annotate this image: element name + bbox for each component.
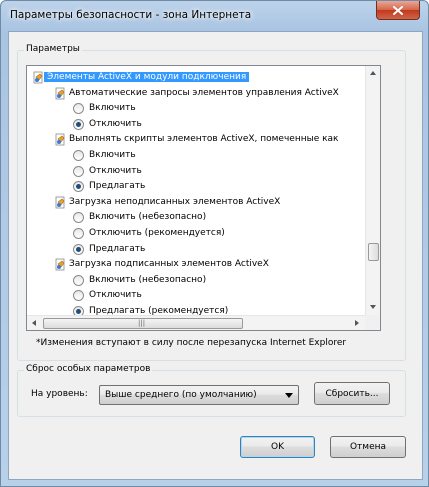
radio-button[interactable] (73, 243, 84, 255)
security-settings-icon (55, 87, 65, 99)
tree-setting[interactable]: Выполнять скрипты элементов ActiveX, пом… (69, 132, 338, 147)
radio-option[interactable]: Предлагать (89, 242, 145, 257)
radio-option[interactable]: Включить (небезопасно) (89, 273, 206, 288)
radio-button[interactable] (73, 306, 84, 315)
vertical-scrollbar[interactable] (365, 66, 380, 315)
dialog-body: Параметры Элементы ActiveX и модули подк… (8, 31, 423, 480)
security-settings-icon (55, 133, 65, 146)
tree-item-label: Загрузка неподписанных элементов ActiveX (69, 196, 281, 207)
security-settings-icon (55, 258, 65, 271)
ok-button[interactable]: OK (240, 436, 315, 458)
radio-option[interactable]: Предлагать (89, 179, 145, 194)
radio-button[interactable] (73, 274, 84, 286)
scroll-right-icon[interactable] (355, 320, 359, 326)
tree-item-label: Включить (89, 150, 136, 160)
level-dropdown[interactable]: Выше среднего (по умолчанию) (99, 385, 299, 405)
tree-item-label: Включить (небезопасно) (89, 212, 207, 223)
tree-item-label: Отключить (89, 290, 142, 301)
security-settings-icon (33, 71, 43, 84)
radio-button[interactable] (73, 228, 84, 239)
radio-option[interactable]: Включить (89, 101, 136, 116)
scroll-left-icon[interactable] (32, 320, 36, 326)
tree-item-label: Отключить (рекомендуется) (89, 228, 225, 238)
restart-note: *Изменения вступают в силу после перезап… (36, 338, 347, 348)
close-button[interactable] (376, 1, 420, 20)
title-bar[interactable]: Параметры безопасности - зона Интернета (1, 1, 428, 31)
tree-item-label: Автоматические запросы элементов управле… (69, 87, 339, 98)
vertical-scroll-thumb[interactable] (368, 243, 379, 261)
dialog-window: Параметры безопасности - зона Интернета … (0, 0, 429, 487)
tree-setting[interactable]: Загрузка подписанных элементов ActiveX (69, 257, 269, 272)
tree-item-label: Предлагать (рекомендуется) (89, 306, 229, 315)
settings-tree[interactable]: Элементы ActiveX и модули подключения Авт… (26, 65, 381, 331)
settings-tree-content: Элементы ActiveX и модули подключения Авт… (27, 66, 365, 315)
tree-setting[interactable]: Загрузка неподписанных элементов ActiveX (69, 195, 280, 210)
level-dropdown-value: Выше среднего (по умолчанию) (105, 390, 257, 400)
tree-item-label: Включить (89, 103, 136, 114)
tree-category[interactable]: Элементы ActiveX и модули подключения (44, 70, 250, 85)
reset-group-legend: Сброс особых параметров (24, 364, 153, 374)
radio-option[interactable]: Включить (небезопасно) (89, 210, 206, 225)
radio-option[interactable]: Включить (89, 148, 136, 163)
radio-option[interactable]: Отключить (рекомендуется) (89, 226, 225, 241)
radio-button[interactable] (73, 212, 84, 224)
horizontal-scrollbar[interactable]: ||| (27, 315, 365, 330)
tree-item-label: Предлагать (89, 243, 146, 254)
horizontal-scroll-thumb[interactable]: ||| (43, 318, 243, 329)
radio-option[interactable]: Отключить (89, 164, 142, 179)
radio-button[interactable] (73, 290, 84, 302)
tree-item-label: Элементы ActiveX и модули подключения (44, 72, 250, 82)
security-settings-icon (55, 196, 65, 209)
scrollbar-corner (365, 315, 380, 330)
tree-item-label: Загрузка подписанных элементов ActiveX (69, 259, 269, 270)
tree-item-label: Включить (небезопасно) (89, 274, 207, 285)
radio-button[interactable] (73, 103, 84, 115)
tree-item-label: Отключить (89, 118, 142, 129)
tree-setting[interactable]: Автоматические запросы элементов управле… (69, 86, 339, 101)
scroll-down-icon[interactable] (370, 305, 376, 309)
radio-button[interactable] (73, 181, 84, 193)
radio-option[interactable]: Отключить (89, 288, 142, 303)
radio-option[interactable]: Отключить (89, 117, 142, 132)
window-title: Параметры безопасности - зона Интернета (10, 9, 252, 21)
chevron-down-icon (285, 393, 293, 398)
level-label: На уровень: (31, 389, 88, 399)
radio-button[interactable] (73, 118, 84, 130)
tree-item-label: Отключить (89, 165, 142, 176)
close-icon (393, 5, 403, 15)
radio-option[interactable]: Предлагать (рекомендуется) (89, 304, 228, 315)
cancel-button[interactable]: Отмена (330, 436, 406, 458)
grip-icon: ||| (138, 319, 146, 327)
tree-item-label: Выполнять скрипты элементов ActiveX, пом… (69, 134, 339, 145)
radio-button[interactable] (73, 150, 84, 161)
settings-group-legend: Параметры (24, 44, 82, 54)
tree-item-label: Предлагать (89, 181, 146, 192)
reset-button[interactable]: Сбросить... (314, 382, 390, 405)
scroll-up-icon[interactable] (370, 71, 376, 75)
radio-button[interactable] (73, 165, 84, 177)
